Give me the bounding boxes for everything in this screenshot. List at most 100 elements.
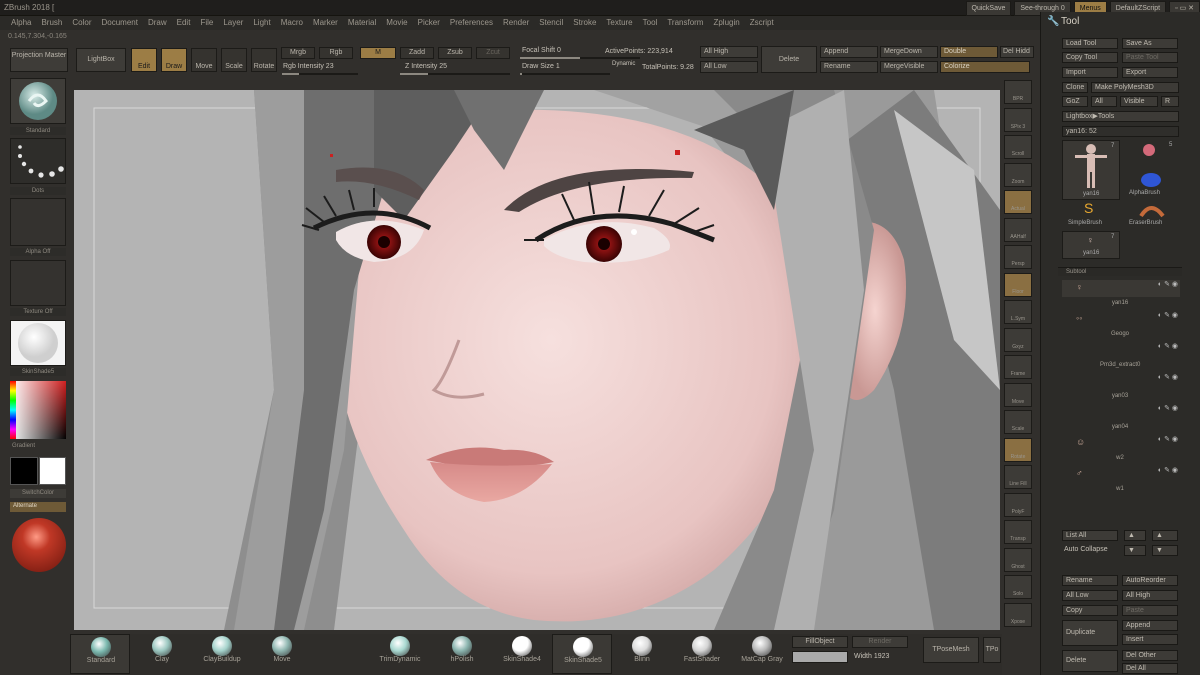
move-top-button[interactable]: ▲ bbox=[1152, 530, 1178, 541]
color-picker[interactable] bbox=[10, 381, 66, 439]
zcut-button[interactable]: Zcut bbox=[476, 47, 510, 59]
subtool-insert-button[interactable]: Insert bbox=[1122, 634, 1178, 645]
menu-stroke[interactable]: Stroke bbox=[568, 16, 601, 30]
menu-render[interactable]: Render bbox=[498, 16, 534, 30]
switch-color-button[interactable]: SwitchColor bbox=[10, 489, 66, 498]
subtool-row[interactable]: ☺ ◐ ✎ ◉ w2 bbox=[1062, 435, 1180, 461]
move-down-button[interactable]: ▼ bbox=[1124, 545, 1146, 556]
shelf-frame-button[interactable]: Frame bbox=[1004, 355, 1032, 379]
material-hpolish[interactable]: hPolish bbox=[432, 634, 492, 674]
alpha-slot[interactable] bbox=[10, 198, 66, 246]
subtool-del-all-button[interactable]: Del All bbox=[1122, 663, 1178, 674]
append-button[interactable]: Append bbox=[820, 46, 878, 58]
edit-mode-button[interactable]: Edit bbox=[131, 48, 157, 72]
standard-brush-slot[interactable] bbox=[10, 78, 66, 124]
tool-thumb-yan16-small[interactable]: ♀ 7 yan16 bbox=[1062, 231, 1120, 259]
scale-mode-button[interactable]: Scale bbox=[221, 48, 247, 72]
menu-layer[interactable]: Layer bbox=[218, 16, 248, 30]
rgb-intensity-slider[interactable] bbox=[282, 73, 358, 75]
menu-zplugin[interactable]: Zplugin bbox=[708, 16, 744, 30]
subtool-visibility-icon[interactable]: ◐ ✎ ◉ bbox=[1158, 373, 1178, 381]
shelf-actual-button[interactable]: Actual bbox=[1004, 190, 1032, 214]
subtool-row[interactable]: ♀ ◐ ✎ ◉ yan16 bbox=[1062, 280, 1180, 306]
subtool-visibility-icon[interactable]: ◐ ✎ ◉ bbox=[1158, 466, 1178, 474]
tool-thumb-simplebrush[interactable]: S SimpleBrush bbox=[1062, 200, 1120, 230]
material-slot[interactable] bbox=[10, 320, 66, 366]
menu-brush[interactable]: Brush bbox=[36, 16, 67, 30]
secondary-color-swatch[interactable] bbox=[10, 457, 38, 485]
move-up-button[interactable]: ▲ bbox=[1124, 530, 1146, 541]
menu-material[interactable]: Material bbox=[343, 16, 381, 30]
all-button[interactable]: All bbox=[1091, 96, 1117, 107]
tpose-mesh-button[interactable]: TPoseMesh bbox=[923, 637, 979, 663]
subtool-row[interactable]: ♂ ◐ ✎ ◉ w1 bbox=[1062, 466, 1180, 492]
load-tool-button[interactable]: Load Tool bbox=[1062, 38, 1118, 49]
export-button[interactable]: Export bbox=[1122, 67, 1178, 78]
material-skinshade5[interactable]: SkinShade5 bbox=[552, 634, 612, 674]
auto-reorder-button[interactable]: AutoReorder bbox=[1122, 575, 1178, 586]
shelf-zoom-button[interactable]: Zoom bbox=[1004, 162, 1032, 187]
subtool-row[interactable]: ◐ ✎ ◉ yan04 bbox=[1062, 404, 1180, 430]
menu-edit[interactable]: Edit bbox=[172, 16, 196, 30]
subtool-row[interactable]: ◐ ✎ ◉ yan03 bbox=[1062, 373, 1180, 399]
tool-thumb-eraserbrush[interactable]: EraserBrush bbox=[1125, 200, 1179, 230]
menu-document[interactable]: Document bbox=[97, 16, 143, 30]
move-bottom-button[interactable]: ▼ bbox=[1152, 545, 1178, 556]
material-move[interactable]: Move bbox=[252, 634, 312, 674]
shelf-move-button[interactable]: Move bbox=[1004, 382, 1032, 407]
shelf-ghost-button[interactable]: Ghost bbox=[1004, 547, 1032, 572]
shelf-rotate-button[interactable]: Rotate bbox=[1004, 437, 1032, 462]
subtool-visibility-icon[interactable]: ◐ ✎ ◉ bbox=[1158, 342, 1178, 350]
subtool-del-other-button[interactable]: Del Other bbox=[1122, 650, 1178, 661]
subtool-all-low-button[interactable]: All Low bbox=[1062, 590, 1118, 601]
menu-stencil[interactable]: Stencil bbox=[534, 16, 568, 30]
visible-button[interactable]: Visible bbox=[1120, 96, 1158, 107]
zsub-button[interactable]: Zsub bbox=[438, 47, 472, 59]
import-button[interactable]: Import bbox=[1062, 67, 1118, 78]
subtool-paste-button[interactable]: Paste bbox=[1122, 605, 1178, 616]
del-hidden-button[interactable]: Del Hidd bbox=[1000, 46, 1034, 58]
material-skinshade4[interactable]: SkinShade4 bbox=[492, 634, 552, 674]
subtool-rename-button[interactable]: Rename bbox=[1062, 575, 1118, 586]
shelf-aahalf-button[interactable]: AAHalf bbox=[1004, 217, 1032, 242]
subtool-visibility-icon[interactable]: ◐ ✎ ◉ bbox=[1158, 311, 1178, 319]
subtool-visibility-icon[interactable]: ◐ ✎ ◉ bbox=[1158, 435, 1178, 443]
delete-button[interactable]: Delete bbox=[761, 46, 817, 73]
fill-color-swatch[interactable] bbox=[792, 651, 848, 663]
subtool-all-high-button[interactable]: All High bbox=[1122, 590, 1178, 601]
focal-shift-slider[interactable] bbox=[520, 57, 640, 59]
shelf-l-sym-button[interactable]: L.Sym bbox=[1004, 300, 1032, 324]
subtool-visibility-icon[interactable]: ◐ ✎ ◉ bbox=[1158, 280, 1178, 288]
subtool-row[interactable]: ◦◦ ◐ ✎ ◉ Geogo bbox=[1062, 311, 1180, 337]
mrgb-button[interactable]: Mrgb bbox=[281, 47, 315, 59]
double-button[interactable]: Double bbox=[940, 46, 998, 58]
shelf-polyf-button[interactable]: PolyF bbox=[1004, 492, 1032, 517]
shelf-scale-button[interactable]: Scale bbox=[1004, 410, 1032, 434]
primary-color-swatch[interactable] bbox=[39, 457, 66, 485]
move-mode-button[interactable]: Move bbox=[191, 48, 217, 72]
subtool-duplicate-button[interactable]: Duplicate bbox=[1062, 620, 1118, 646]
shelf-line-fill-button[interactable]: Line Fill bbox=[1004, 465, 1032, 489]
menu-color[interactable]: Color bbox=[67, 16, 96, 30]
material-clay[interactable]: Clay bbox=[132, 634, 192, 674]
current-tool-slider[interactable]: yan16: 52 bbox=[1062, 126, 1179, 137]
save-as-button[interactable]: Save As bbox=[1122, 38, 1178, 49]
lightbox-tools-button[interactable]: Lightbox▶Tools bbox=[1062, 111, 1179, 122]
fill-object-button[interactable]: FillObject bbox=[792, 636, 848, 648]
draw-size-slider[interactable] bbox=[520, 73, 610, 75]
shelf-persp-button[interactable]: Persp bbox=[1004, 245, 1032, 269]
rename-button[interactable]: Rename bbox=[820, 61, 878, 73]
tpose-extra-button[interactable]: TPo bbox=[983, 637, 1001, 663]
material-matcap-gray[interactable]: MatCap Gray bbox=[732, 634, 792, 674]
merge-visible-button[interactable]: MergeVisible bbox=[880, 61, 938, 73]
m-button[interactable]: M bbox=[360, 47, 396, 59]
material-fastshader[interactable]: FastShader bbox=[672, 634, 732, 674]
all-low-button[interactable]: All Low bbox=[700, 61, 758, 73]
draw-mode-button[interactable]: Draw bbox=[161, 48, 187, 72]
menu-marker[interactable]: Marker bbox=[308, 16, 343, 30]
copy-tool-button[interactable]: Copy Tool bbox=[1062, 52, 1118, 63]
menu-macro[interactable]: Macro bbox=[276, 16, 308, 30]
shelf-bpr-button[interactable]: BPR bbox=[1004, 80, 1032, 104]
subtool-copy-button[interactable]: Copy bbox=[1062, 605, 1118, 616]
shelf-floor-button[interactable]: Floor bbox=[1004, 272, 1032, 297]
